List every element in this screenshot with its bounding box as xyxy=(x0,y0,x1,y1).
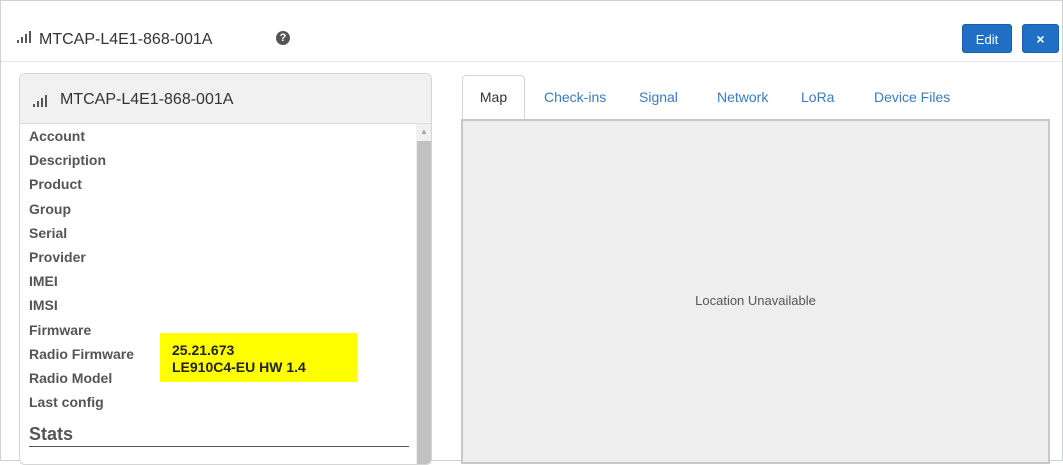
field-label-description: Description xyxy=(29,152,107,169)
device-panel-header: MTCAP-L4E1-868-001A xyxy=(20,74,431,124)
title-bar: MTCAP-L4E1-868-001A ? Edit × xyxy=(1,1,1062,61)
tab-lora[interactable]: LoRa xyxy=(801,75,834,120)
radio-firmware-value: 25.21.673 xyxy=(172,342,235,358)
field-label-serial: Serial xyxy=(29,224,68,241)
close-button[interactable]: × xyxy=(1022,24,1059,53)
field-label-account: Account xyxy=(29,128,85,144)
tab-check-ins[interactable]: Check-ins xyxy=(544,75,606,120)
tab-network[interactable]: Network xyxy=(717,75,768,120)
scroll-thumb[interactable] xyxy=(417,141,431,464)
radio-model-value: LE910C4-EU HW 1.4 xyxy=(172,359,306,375)
help-icon[interactable]: ? xyxy=(276,31,290,45)
tab-map[interactable]: Map xyxy=(462,75,525,120)
field-label-last-config: Last config xyxy=(29,394,104,411)
field-label-imsi: IMSI xyxy=(29,297,58,314)
device-panel-title: MTCAP-L4E1-868-001A xyxy=(60,91,234,108)
window-title: MTCAP-L4E1-868-001A xyxy=(39,31,213,48)
title-divider xyxy=(1,61,1062,62)
stats-divider xyxy=(29,446,409,447)
field-label-provider: Provider xyxy=(29,248,86,265)
tab-device-files[interactable]: Device Files xyxy=(874,75,950,120)
edit-button[interactable]: Edit xyxy=(962,24,1012,53)
signal-bars-icon xyxy=(17,31,31,43)
device-details-panel: MTCAP-L4E1-868-001A Account Description … xyxy=(19,73,432,465)
stats-heading: Stats xyxy=(29,424,74,444)
field-label-product: Product xyxy=(29,176,82,193)
location-unavailable-message: Location Unavailable xyxy=(695,293,816,308)
field-label-group: Group xyxy=(29,200,71,217)
tab-signal[interactable]: Signal xyxy=(639,75,678,120)
radio-values-highlight: 25.21.673 LE910C4-EU HW 1.4 xyxy=(160,333,357,382)
map-panel[interactable]: Location Unavailable xyxy=(461,119,1050,464)
details-scrollbar[interactable]: ▲ xyxy=(416,124,431,464)
scroll-up-arrow-icon[interactable]: ▲ xyxy=(416,124,431,140)
field-label-imei: IMEI xyxy=(29,273,58,290)
signal-bars-icon xyxy=(33,95,47,107)
